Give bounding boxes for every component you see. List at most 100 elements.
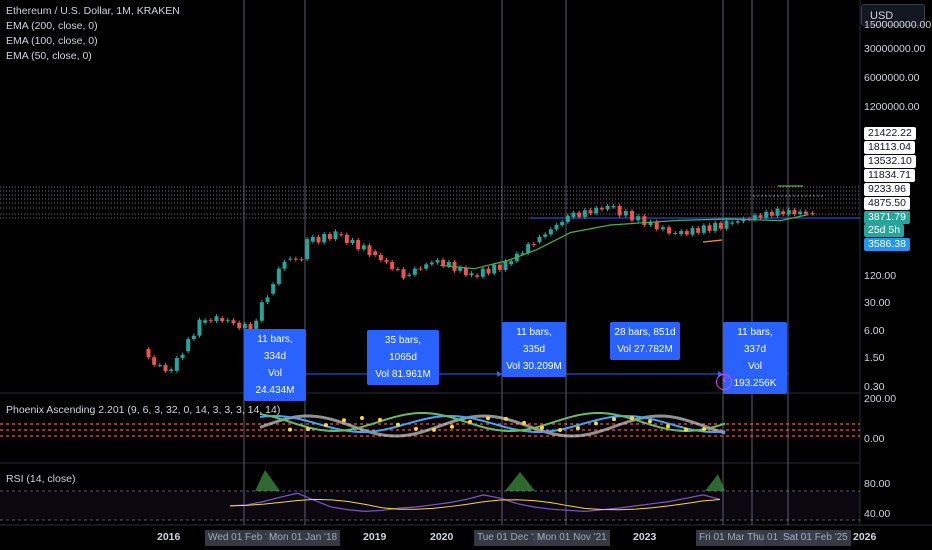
candle-body — [690, 228, 695, 235]
candle-body — [775, 208, 780, 216]
rsi-overbought-fill — [255, 470, 280, 491]
range-box[interactable]: 28 bars, 851d Vol 27.782M — [610, 322, 680, 360]
phoenix-title[interactable]: Phoenix Ascending 2.201 (9, 6, 3, 32, 0,… — [6, 404, 280, 416]
phoenix-dot — [630, 416, 634, 421]
price-tag: 18113.04 — [864, 141, 916, 154]
phoenix-dot — [396, 422, 400, 427]
candle-body — [764, 211, 769, 218]
candle-body — [463, 267, 468, 276]
range-box[interactable]: 35 bars, 1065d Vol 81.961M — [367, 330, 439, 385]
range-bars-label: 11 bars, 335d — [516, 327, 552, 355]
candle-body — [629, 211, 634, 221]
price-tag: 3871.79 — [864, 211, 910, 224]
candle-body — [361, 245, 366, 250]
candle-body — [395, 269, 400, 271]
candle-body — [435, 260, 440, 263]
price-tag: 9233.96 — [864, 183, 910, 196]
candle-body — [401, 269, 406, 278]
candle-body — [486, 268, 491, 274]
candle-body — [299, 259, 304, 261]
chart-stage[interactable]: Ethereum / U.S. Dollar, 1M, KRAKEN EMA (… — [0, 0, 932, 550]
candle-body — [798, 211, 803, 215]
candle-body — [407, 274, 412, 276]
candle-body — [356, 239, 361, 250]
ema-100-line — [702, 239, 723, 243]
ema-200-legend[interactable]: EMA (200, close, 0) — [6, 19, 180, 34]
range-bars-label: 11 bars, 334d — [257, 334, 293, 362]
candle-body — [429, 262, 434, 265]
candle-body — [322, 234, 327, 243]
candle-body — [350, 239, 355, 244]
candle-body — [418, 268, 423, 270]
candle-body — [174, 357, 179, 371]
candle-body — [492, 264, 497, 274]
candle-body — [169, 369, 174, 372]
candle-body — [310, 236, 315, 242]
candle-body — [792, 210, 797, 215]
date-chip: Mon 01 Nov '21 — [534, 530, 610, 546]
candle-body — [617, 206, 622, 216]
candle-body — [316, 236, 321, 243]
price-tag: 25d 5h — [864, 224, 905, 237]
candle-body — [642, 216, 647, 225]
symbol-title[interactable]: Ethereum / U.S. Dollar, 1M, KRAKEN — [6, 4, 180, 19]
candle-body — [696, 228, 701, 233]
candle-body — [781, 211, 786, 215]
candle-body — [531, 244, 536, 246]
price-axis-label: 6.00 — [864, 325, 885, 337]
candle-body — [480, 268, 485, 277]
candle-body — [293, 258, 298, 260]
phoenix-dot — [450, 424, 454, 429]
candle-body — [384, 260, 389, 263]
price-axis-label: 150000000.00 — [864, 19, 932, 31]
range-bars-label: 11 bars, 337d — [737, 327, 773, 355]
candle-body — [577, 212, 582, 217]
candle-body — [214, 316, 219, 322]
candle-body — [208, 320, 213, 322]
phoenix-dot — [504, 416, 508, 421]
rsi-overbought-fill — [705, 474, 725, 491]
range-box[interactable]: 11 bars, 334d Vol 24.434M — [244, 329, 306, 401]
range-volume-label: Vol 30.209M — [506, 361, 562, 372]
phoenix-dot — [306, 427, 310, 432]
candle-body — [701, 225, 706, 233]
candle-body — [605, 205, 610, 210]
candle-body — [412, 268, 417, 275]
price-axis-label: 30.00 — [864, 297, 891, 309]
candle-body — [611, 206, 616, 208]
candle-body — [327, 234, 332, 240]
candle-body — [265, 297, 270, 303]
price-axis-label: 6000000.00 — [864, 72, 920, 84]
rsi-title[interactable]: RSI (14, close) — [6, 473, 75, 485]
candle-body — [469, 273, 474, 276]
year-label: 2026 — [853, 531, 877, 543]
ema-100-legend[interactable]: EMA (100, close, 0) — [6, 34, 180, 49]
candle-body — [344, 234, 349, 244]
ema-50-line — [440, 213, 809, 270]
lightning-icon[interactable]: ⚡ — [716, 374, 732, 390]
phoenix-dot — [666, 424, 670, 429]
candle-body — [679, 231, 684, 235]
price-axis-label: 1.50 — [864, 352, 885, 364]
candle-body — [684, 231, 689, 235]
candle-body — [599, 208, 604, 210]
price-axis-label: 30000000.00 — [864, 43, 926, 55]
candle-body — [509, 261, 514, 265]
range-bars-label: 35 bars, 1065d — [384, 335, 422, 363]
range-box[interactable]: 11 bars, 337d Vol 193.256K — [723, 322, 787, 394]
price-axis-label: 1200000.00 — [864, 101, 920, 113]
rsi-axis-80: 80.00 — [864, 478, 891, 490]
phoenix-dot — [522, 420, 526, 425]
price-chart[interactable] — [0, 0, 932, 550]
phoenix-axis-200: 200.00 — [864, 393, 897, 405]
candle-body — [288, 258, 293, 260]
phoenix-dot — [702, 427, 706, 432]
candle-body — [367, 245, 372, 256]
candle-body — [588, 210, 593, 214]
range-volume-label: Vol 27.782M — [617, 344, 673, 355]
ema-50-legend[interactable]: EMA (50, close, 0) — [6, 49, 180, 64]
candle-body — [623, 211, 628, 216]
range-box[interactable]: 11 bars, 335d Vol 30.209M — [502, 322, 566, 377]
candle-body — [497, 264, 502, 270]
candle-body — [254, 320, 259, 329]
